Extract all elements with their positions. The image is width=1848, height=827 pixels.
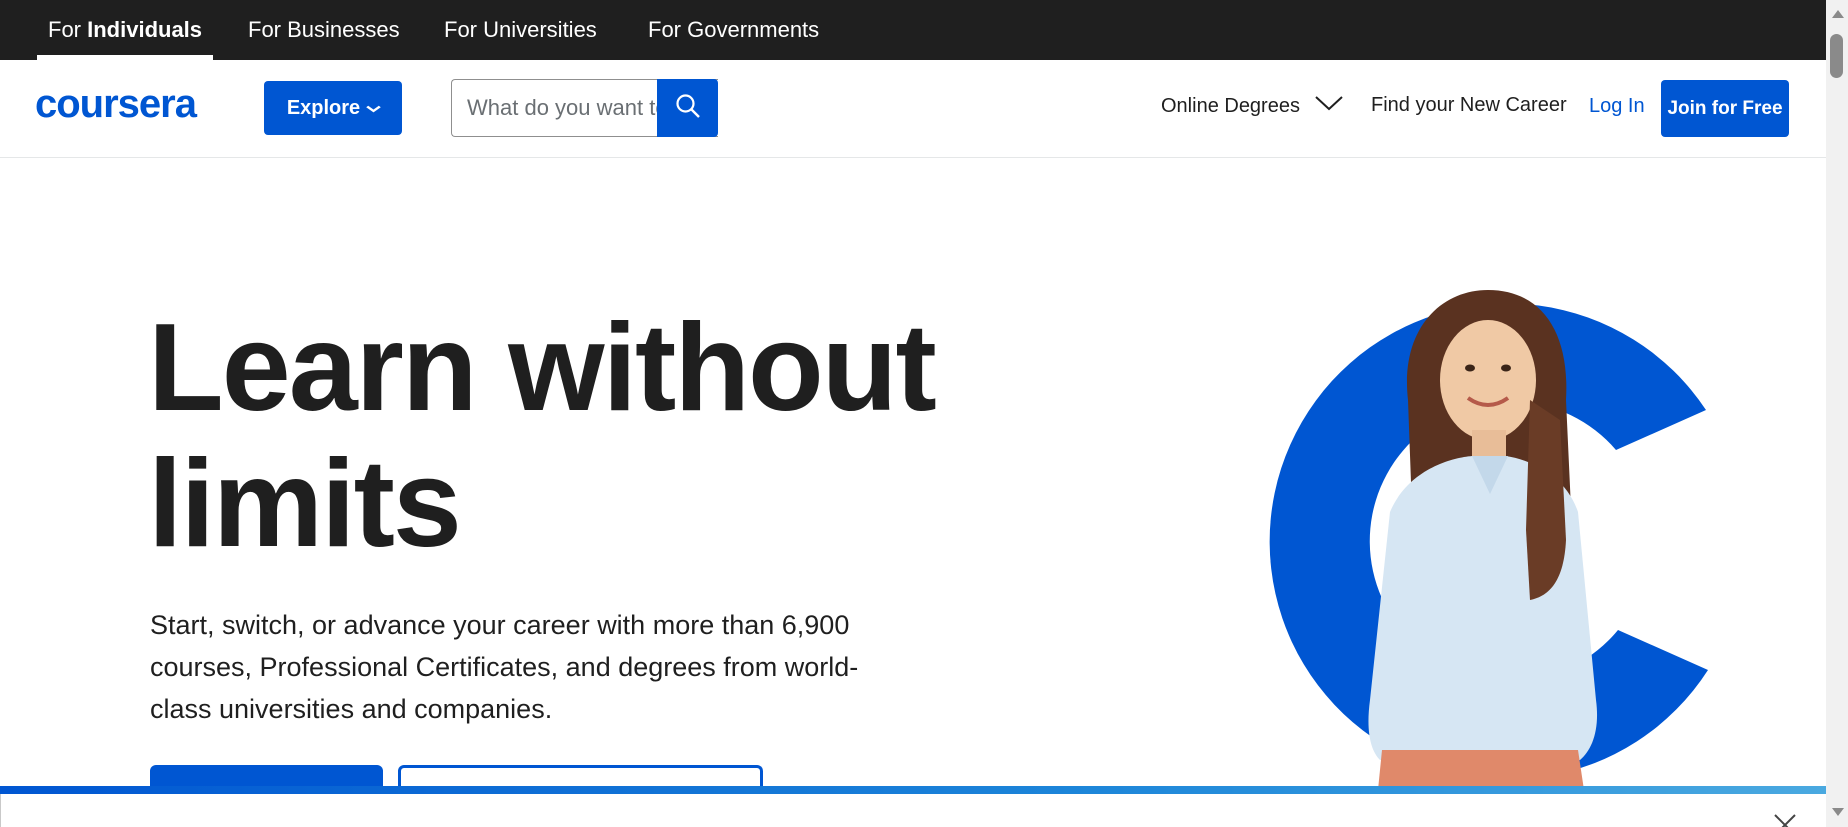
explore-label: Explore: [286, 96, 361, 119]
scroll-up-arrow-icon[interactable]: [1832, 10, 1844, 18]
site-header: coursera Explore Online Degrees Find you…: [0, 60, 1826, 158]
audience-bar: For Individuals For Businesses For Unive…: [0, 0, 1826, 60]
hero-title: Learn without limits: [148, 300, 948, 572]
hero-subtitle: Start, switch, or advance your career wi…: [150, 610, 859, 724]
tab-for-governments[interactable]: For Governments: [648, 0, 819, 60]
tab-for-businesses[interactable]: For Businesses: [248, 0, 400, 60]
page-scrollbar[interactable]: [1826, 0, 1848, 827]
find-new-career-link[interactable]: Find your New Career: [1371, 94, 1567, 117]
chevron-down-icon: [366, 100, 381, 116]
scroll-thumb[interactable]: [1830, 34, 1843, 78]
join-for-free-button[interactable]: Join for Free: [1661, 80, 1789, 137]
search-button[interactable]: [657, 79, 718, 137]
hero-title-line-1: Learn without: [148, 299, 937, 437]
chevron-down-icon: [1314, 94, 1344, 118]
search-icon: [675, 93, 701, 124]
hero-image: [1269, 290, 1708, 790]
banner-accent-bar: [0, 786, 1826, 794]
hero-title-line-2: limits: [148, 435, 462, 573]
online-degrees-menu[interactable]: Online Degrees: [1161, 94, 1344, 118]
tab-prefix: For: [48, 17, 88, 42]
tab-for-individuals[interactable]: For Individuals: [36, 0, 214, 60]
close-icon[interactable]: [1772, 812, 1798, 827]
online-degrees-label: Online Degrees: [1161, 94, 1300, 117]
coursera-logo[interactable]: coursera: [35, 82, 197, 127]
login-link[interactable]: Log In: [1589, 95, 1645, 118]
scroll-down-arrow-icon[interactable]: [1832, 808, 1844, 816]
tab-for-universities[interactable]: For Universities: [444, 0, 597, 60]
bottom-banner: [0, 794, 1826, 827]
tab-bold-label: Individuals: [87, 17, 203, 42]
explore-button[interactable]: Explore: [264, 81, 402, 135]
